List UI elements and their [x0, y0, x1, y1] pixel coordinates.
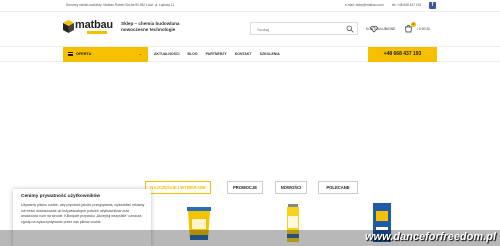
cart-count-badge: 0: [411, 22, 416, 27]
favorites-link[interactable]: ULUBIONE: [378, 27, 395, 31]
tab-recommended[interactable]: POLECANE: [318, 181, 358, 194]
cube-logo-icon: [63, 20, 74, 33]
tab-new[interactable]: NOWOŚCI: [275, 181, 307, 194]
main-nav: OFERTA ⌄ AKTUALNOŚCI BLOG PARTNERZY KONT…: [0, 46, 500, 62]
cookie-title: Cenimy prywatność użytkowników: [21, 194, 101, 199]
search-icon[interactable]: [346, 25, 354, 33]
cookie-text: Używamy plików cookie, aby poprawić jako…: [21, 203, 145, 224]
offer-menu-button[interactable]: OFERTA ⌄: [63, 47, 148, 62]
nav-links: AKTUALNOŚCI BLOG PARTNERZY KONTAKT SZKOL…: [154, 52, 280, 56]
cart-total[interactable]: / 0,00 ZŁ: [417, 27, 430, 31]
phone-link[interactable]: tel: +48 668 437 193: [392, 3, 421, 7]
phone-button[interactable]: +48 668 437 193: [368, 47, 437, 62]
facebook-icon[interactable]: f: [429, 2, 436, 9]
nav-item-blog[interactable]: BLOG: [187, 52, 197, 56]
offer-label: OFERTA: [76, 52, 92, 56]
watermark-text: www.danceforfreedom.pl: [364, 231, 496, 243]
nav-item-news[interactable]: AKTUALNOŚCI: [154, 52, 179, 56]
tab-promotions[interactable]: PROMOCJE: [227, 181, 263, 194]
heart-icon[interactable]: [370, 25, 378, 33]
tagline-line-2: nowoczesne technologie: [121, 27, 176, 32]
logo-text: matbau: [75, 19, 113, 31]
nav-item-partners[interactable]: PARTNERZY: [206, 52, 227, 56]
watermark-bar: www.danceforfreedom.pl: [0, 230, 500, 246]
hamburger-icon: [68, 52, 73, 56]
tab-most-chosen[interactable]: NAJCZĘŚCIEJ WYBIERANE: [145, 181, 211, 194]
email-link[interactable]: e-mail: sklep@matbau.com: [345, 3, 384, 7]
nav-item-contact[interactable]: KONTAKT: [235, 52, 252, 56]
tagline: Sklep – chemia budowlana nowoczesne tech…: [121, 21, 179, 33]
top-info-bar: Domowy rabnik-cookiedy: Matbau Robert So…: [0, 0, 500, 12]
company-info: Domowy rabnik-cookiedy: Matbau Robert So…: [66, 3, 175, 7]
logo[interactable]: matbau: [63, 19, 121, 34]
nav-item-training[interactable]: SZKOLENIA: [260, 52, 280, 56]
logo-underline: [87, 31, 107, 34]
search-input[interactable]: [257, 25, 337, 33]
search-box: [250, 22, 358, 35]
chevron-down-icon: ⌄: [138, 51, 142, 56]
